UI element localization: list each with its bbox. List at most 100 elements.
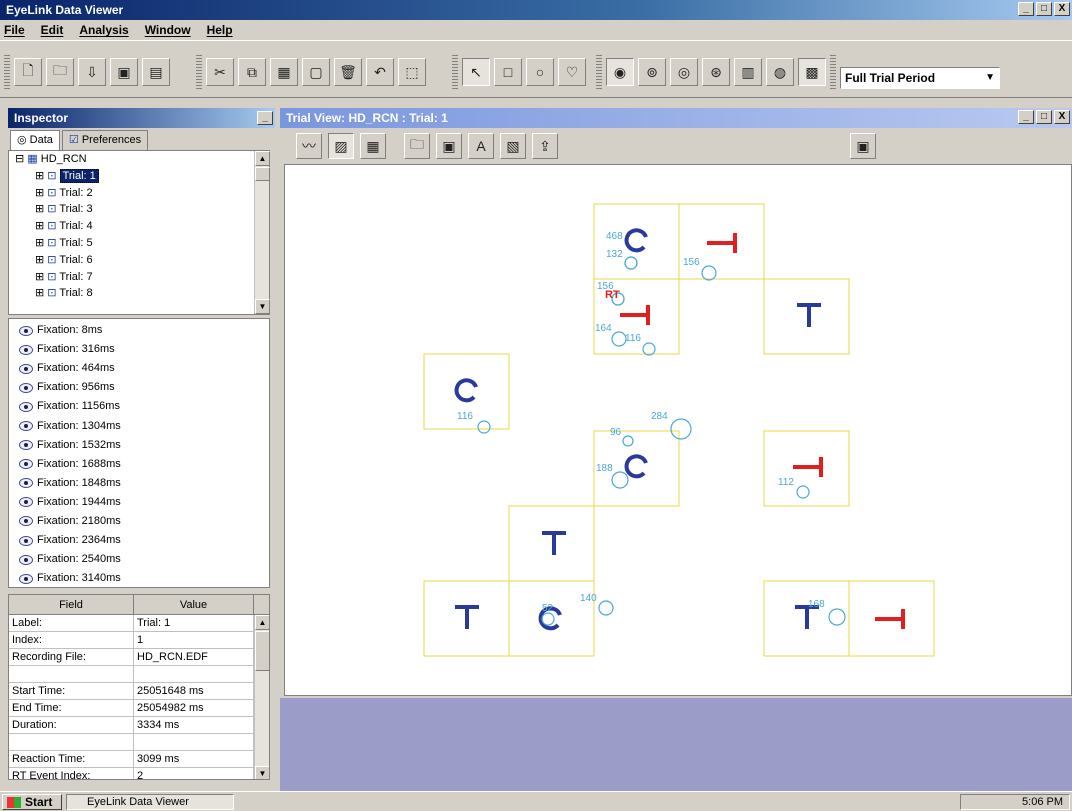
trial-view-close-button[interactable]: X bbox=[1054, 110, 1070, 124]
list-item[interactable]: Fixation: 1156ms bbox=[9, 397, 269, 416]
table-row[interactable] bbox=[9, 666, 269, 683]
tree-item-trial[interactable]: ⊞ ⊡ Trial: 6 bbox=[9, 252, 269, 269]
list-item[interactable]: Fixation: 1304ms bbox=[9, 416, 269, 435]
column-header-field[interactable]: Field bbox=[9, 595, 134, 614]
table-row[interactable]: Reaction Time: 3099 ms bbox=[9, 751, 269, 768]
image-icon[interactable]: ▧ bbox=[500, 133, 526, 159]
table-row[interactable]: Recording File: HD_RCN.EDF bbox=[9, 649, 269, 666]
trial-view-maximize-button[interactable]: □ bbox=[1036, 110, 1052, 124]
export-icon[interactable]: ⇪ bbox=[532, 133, 558, 159]
load-background-icon[interactable]: 🗀 bbox=[404, 133, 430, 159]
spatial-overlay-icon[interactable]: ▨ bbox=[328, 133, 354, 159]
animation-view-icon[interactable]: ▦ bbox=[360, 133, 386, 159]
grid-scrollbar[interactable]: ▲ ▼ bbox=[254, 615, 269, 779]
expand-icon[interactable]: ⊞ bbox=[35, 187, 44, 199]
sample-filter-icon[interactable]: ◍ bbox=[766, 58, 794, 86]
scroll-thumb[interactable] bbox=[255, 167, 270, 181]
expand-icon[interactable]: ⊞ bbox=[35, 271, 44, 283]
menu-window[interactable]: Window bbox=[145, 23, 191, 37]
interest-area-icon[interactable]: ▩ bbox=[798, 58, 826, 86]
blink-filter-icon[interactable]: ⊛ bbox=[702, 58, 730, 86]
list-item[interactable]: Fixation: 464ms bbox=[9, 359, 269, 378]
rectangle-tool-icon[interactable]: □ bbox=[494, 58, 522, 86]
menu-analysis[interactable]: Analysis bbox=[79, 23, 128, 37]
fixation-filter-icon[interactable]: ◉ bbox=[606, 58, 634, 86]
chevron-down-icon[interactable]: ▼ bbox=[985, 68, 995, 88]
tree-item-trial[interactable]: ⊞ ⊡ Trial: 3 bbox=[9, 201, 269, 218]
saccade-filter-icon[interactable]: ⊚ bbox=[638, 58, 666, 86]
expand-icon[interactable]: ⊞ bbox=[35, 237, 44, 249]
font-icon[interactable]: A bbox=[468, 133, 494, 159]
close-button[interactable]: X bbox=[1054, 2, 1070, 16]
list-item[interactable]: Fixation: 3140ms bbox=[9, 569, 269, 587]
freehand-tool-icon[interactable]: ♡ bbox=[558, 58, 586, 86]
list-item[interactable]: Fixation: 316ms bbox=[9, 340, 269, 359]
tab-preferences[interactable]: ☑ Preferences bbox=[61, 130, 149, 150]
toolbar-grip[interactable] bbox=[452, 55, 458, 89]
tree-item-trial[interactable]: ⊞ ⊡ Trial: 7 bbox=[9, 269, 269, 286]
scroll-thumb[interactable] bbox=[255, 631, 269, 671]
tree-item-trial[interactable]: ⊞ ⊡ Trial: 1 bbox=[9, 168, 269, 185]
save-as-icon[interactable]: ▤ bbox=[142, 58, 170, 86]
taskbar-app-button[interactable]: EyeLink Data Viewer bbox=[66, 794, 234, 810]
scroll-up-button[interactable]: ▲ bbox=[255, 151, 270, 166]
copy-icon[interactable]: ⧉ bbox=[238, 58, 266, 86]
scroll-down-button[interactable]: ▼ bbox=[255, 766, 269, 779]
menu-file[interactable]: File bbox=[4, 23, 25, 37]
toolbar-grip[interactable] bbox=[596, 55, 602, 89]
start-button[interactable]: Start bbox=[2, 794, 62, 810]
temporal-graph-icon[interactable]: 〰 bbox=[296, 133, 322, 159]
tree-item-trial[interactable]: ⊞ ⊡ Trial: 2 bbox=[9, 185, 269, 202]
ellipse-tool-icon[interactable]: ○ bbox=[526, 58, 554, 86]
table-row[interactable]: Start Time: 25051648 ms bbox=[9, 683, 269, 700]
list-item[interactable]: Fixation: 1944ms bbox=[9, 493, 269, 512]
scroll-down-button[interactable]: ▼ bbox=[255, 299, 270, 314]
list-item[interactable]: Fixation: 2540ms bbox=[9, 550, 269, 569]
toolbar-grip[interactable] bbox=[196, 55, 202, 89]
period-select[interactable]: Full Trial Period ▼ bbox=[840, 67, 1000, 89]
save-icon[interactable]: ▣ bbox=[110, 58, 138, 86]
list-item[interactable]: Fixation: 1532ms bbox=[9, 436, 269, 455]
menu-edit[interactable]: Edit bbox=[41, 23, 64, 37]
expand-icon[interactable]: ⊞ bbox=[35, 220, 44, 232]
message-filter-icon[interactable]: ▥ bbox=[734, 58, 762, 86]
menu-help[interactable]: Help bbox=[207, 23, 233, 37]
eye-filter-icon[interactable]: ◎ bbox=[670, 58, 698, 86]
delete-icon[interactable]: 🗑 bbox=[334, 58, 362, 86]
save-ia-icon[interactable]: ▣ bbox=[436, 133, 462, 159]
list-item[interactable]: Fixation: 8ms bbox=[9, 321, 269, 340]
import-icon[interactable]: ⇩ bbox=[78, 58, 106, 86]
pointer-tool-icon[interactable]: ↖ bbox=[462, 58, 490, 86]
inspector-minimize-button[interactable]: _ bbox=[257, 111, 273, 125]
table-row[interactable]: Label: Trial: 1 bbox=[9, 615, 269, 632]
table-row[interactable] bbox=[9, 734, 269, 751]
list-item[interactable]: Fixation: 1688ms bbox=[9, 455, 269, 474]
tab-data[interactable]: ◎ Data bbox=[10, 130, 60, 150]
tree-item-trial[interactable]: ⊞ ⊡ Trial: 4 bbox=[9, 218, 269, 235]
save-image-icon[interactable]: ▣ bbox=[850, 133, 876, 159]
tree-item-trial[interactable]: ⊞ ⊡ Trial: 5 bbox=[9, 235, 269, 252]
scroll-up-button[interactable]: ▲ bbox=[255, 615, 269, 630]
expand-icon[interactable]: ⊞ bbox=[35, 287, 44, 299]
expand-icon[interactable]: ⊞ bbox=[35, 254, 44, 266]
list-item[interactable]: Fixation: 1848ms bbox=[9, 474, 269, 493]
column-header-value[interactable]: Value bbox=[134, 595, 254, 614]
expand-icon[interactable]: ⊞ bbox=[35, 170, 44, 182]
toolbar-grip[interactable] bbox=[4, 55, 10, 89]
toolbar-grip[interactable] bbox=[830, 55, 836, 89]
undo-icon[interactable]: ↶ bbox=[366, 58, 394, 86]
collapse-icon[interactable]: ⊟ bbox=[15, 153, 24, 165]
table-row[interactable]: Index: 1 bbox=[9, 632, 269, 649]
maximize-button[interactable]: □ bbox=[1036, 2, 1052, 16]
trial-canvas[interactable]: 468 132 156 156 RT 164 116 116 96 284 188 112 140 52 1… bbox=[284, 164, 1072, 696]
tree-root[interactable]: ⊟ ▦ HD_RCN bbox=[9, 151, 269, 168]
new-icon[interactable]: 🗋 bbox=[14, 58, 42, 86]
tree-item-trial[interactable]: ⊞ ⊡ Trial: 8 bbox=[9, 285, 269, 302]
cut-icon[interactable]: ✂ bbox=[206, 58, 234, 86]
select-all-icon[interactable]: ⬚ bbox=[398, 58, 426, 86]
trial-view-minimize-button[interactable]: _ bbox=[1018, 110, 1034, 124]
list-item[interactable]: Fixation: 2180ms bbox=[9, 512, 269, 531]
minimize-button[interactable]: _ bbox=[1018, 2, 1034, 16]
expand-icon[interactable]: ⊞ bbox=[35, 203, 44, 215]
list-item[interactable]: Fixation: 956ms bbox=[9, 378, 269, 397]
